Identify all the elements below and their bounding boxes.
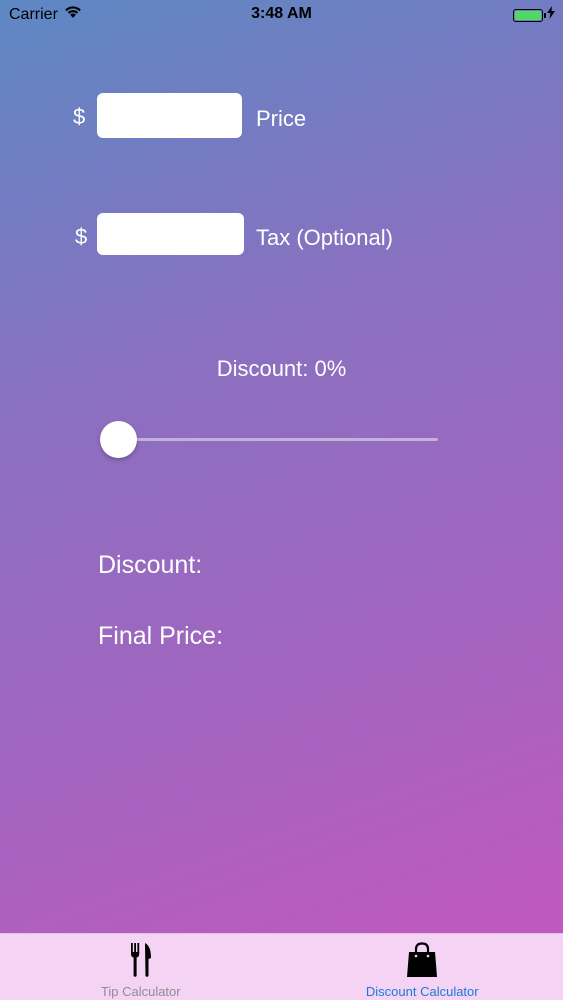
- tax-label: Tax (Optional): [256, 225, 393, 250]
- battery-icon: [513, 8, 546, 22]
- charging-bolt-icon: [547, 6, 555, 24]
- discount-result-label: Discount:: [98, 551, 203, 579]
- tab-tip-calculator[interactable]: Tip Calculator: [0, 934, 282, 1000]
- price-input[interactable]: [97, 93, 242, 138]
- tab-bar: Tip Calculator Discount Calculator: [0, 933, 563, 1000]
- shopping-bag-icon: [406, 942, 438, 983]
- status-time: 3:48 AM: [251, 5, 312, 22]
- discount-slider-thumb[interactable]: [100, 421, 137, 458]
- tab-label: Discount Calculator: [365, 984, 479, 999]
- final-price-result-label: Final Price:: [98, 622, 224, 650]
- tax-currency-symbol: $: [75, 224, 88, 249]
- status-bar: Carrier 3:48 AM: [0, 0, 563, 30]
- discount-calculator-screen: Carrier 3:48 AM $ Price $ Tax (Optional)…: [0, 0, 563, 1000]
- tax-input[interactable]: [97, 213, 244, 255]
- discount-percent-label: Discount: 0%: [216, 356, 347, 381]
- price-currency-symbol: $: [73, 104, 86, 129]
- discount-slider-track[interactable]: [118, 438, 438, 441]
- tab-label: Tip Calculator: [100, 984, 181, 999]
- status-right: [513, 6, 555, 24]
- fork-knife-icon: [129, 942, 153, 983]
- price-label: Price: [256, 106, 307, 131]
- tab-discount-calculator[interactable]: Discount Calculator: [282, 934, 563, 1000]
